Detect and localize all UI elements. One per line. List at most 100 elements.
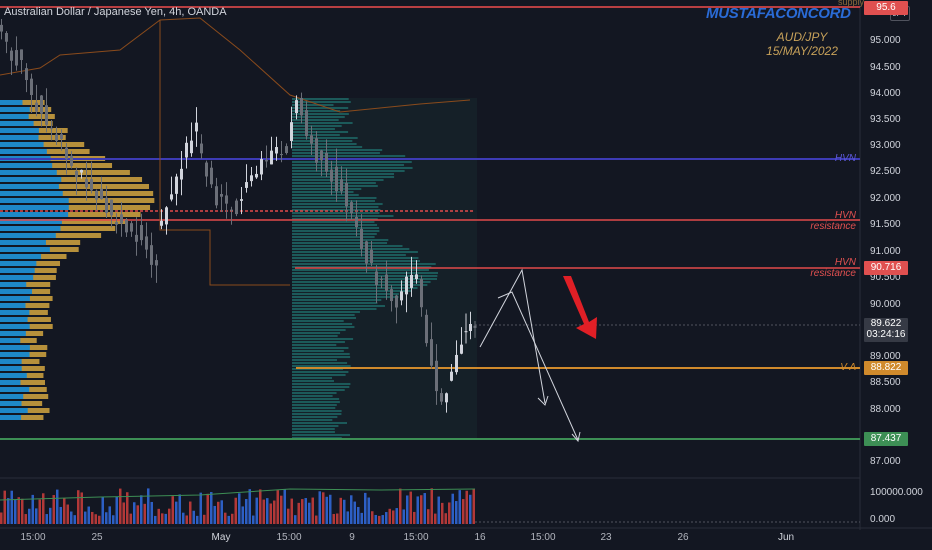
volume-bar xyxy=(431,488,434,524)
pair-annotation-date: 15/MAY/2022 xyxy=(752,44,852,58)
candle-body xyxy=(290,122,293,141)
candle-body xyxy=(305,110,308,136)
volume-bar xyxy=(434,514,437,524)
volume-bar xyxy=(35,508,38,524)
candle-body xyxy=(195,123,198,132)
volume-bar xyxy=(119,489,122,524)
price-tick: 94.500 xyxy=(870,62,901,73)
volume-bar xyxy=(28,509,31,524)
volume-bar xyxy=(270,504,273,524)
volume-bar xyxy=(116,497,119,524)
price-tick: 93.000 xyxy=(870,140,901,151)
left-profile-blue xyxy=(0,324,30,329)
candle-body xyxy=(140,225,143,240)
supply-label: supply xyxy=(838,0,864,7)
volume-bar xyxy=(263,500,266,524)
candle-body xyxy=(150,245,153,265)
volume-bar xyxy=(109,506,112,524)
candle-body xyxy=(435,361,438,391)
candle-body xyxy=(345,183,348,206)
volume-bar xyxy=(0,512,3,524)
left-profile-blue xyxy=(0,233,56,238)
left-profile-blue xyxy=(0,282,26,287)
brand-watermark: MUSTAFACONCORD xyxy=(706,5,851,22)
candle-body xyxy=(135,235,138,242)
candle-body xyxy=(100,189,103,199)
time-tick: 16 xyxy=(474,532,485,543)
time-tick: 25 xyxy=(91,532,102,543)
bearish-arrow-icon xyxy=(563,276,597,339)
volume-bar xyxy=(238,493,241,524)
volume-tick: 100000.000 xyxy=(870,487,923,498)
candle-body xyxy=(80,170,83,173)
volume-bar xyxy=(14,500,17,524)
volume-bar xyxy=(291,499,294,524)
left-profile-blue xyxy=(0,205,69,210)
volume-bar xyxy=(298,503,301,524)
volume-bar xyxy=(193,511,196,524)
hvn-label-3: HVN xyxy=(790,257,856,268)
symbol-title[interactable]: Australian Dollar / Japanese Yen, 4h, OA… xyxy=(4,6,227,18)
candle-body xyxy=(215,186,218,205)
volume-bar xyxy=(200,493,203,524)
left-profile-blue xyxy=(0,135,39,140)
candle-body xyxy=(235,201,238,214)
candle-body xyxy=(170,194,173,199)
volume-bar xyxy=(357,507,360,524)
hvn-label-2: HVN xyxy=(790,210,856,221)
candle-body xyxy=(10,51,13,61)
volume-ma-line xyxy=(0,489,475,500)
left-profile-blue xyxy=(0,191,63,196)
price-tick: 95.000 xyxy=(870,35,901,46)
left-profile-blue xyxy=(0,275,33,280)
volume-bar xyxy=(343,500,346,524)
volume-bar xyxy=(455,501,458,524)
candle-body xyxy=(335,167,338,191)
candle-body xyxy=(205,163,208,177)
projection-path-2 xyxy=(498,292,578,440)
volume-bar xyxy=(280,496,283,524)
time-tick: May xyxy=(212,532,231,543)
volume-bar xyxy=(469,495,472,524)
volume-bar xyxy=(203,515,206,524)
volume-bar xyxy=(406,495,409,524)
volume-bar xyxy=(165,514,168,524)
price-tick: 90.000 xyxy=(870,299,901,310)
volume-bar xyxy=(140,495,143,524)
volume-bar xyxy=(46,514,49,524)
volume-bar xyxy=(284,489,287,524)
candle-body xyxy=(415,274,418,279)
hvn-label-1: HVN xyxy=(790,153,856,164)
candle-body xyxy=(270,151,273,165)
volume-bar xyxy=(371,511,374,524)
volume-bar xyxy=(4,491,7,524)
price-tick: 92.000 xyxy=(870,193,901,204)
candle-body xyxy=(240,199,243,201)
time-tick: 15:00 xyxy=(20,532,45,543)
bar-countdown: 03:24:16 xyxy=(864,329,908,340)
candle-body xyxy=(325,153,328,172)
volume-bar xyxy=(88,507,91,524)
volume-bar xyxy=(319,491,322,524)
volume-bar xyxy=(63,498,66,524)
volume-bar xyxy=(389,509,392,524)
left-profile-blue xyxy=(0,128,39,133)
left-profile-blue xyxy=(0,198,69,203)
volume-bar xyxy=(214,506,217,524)
volume-bar xyxy=(326,497,329,524)
candle-body xyxy=(30,79,33,95)
volume-bar xyxy=(329,495,332,524)
candle-body xyxy=(65,148,68,159)
volume-bar xyxy=(333,514,336,524)
candle-body xyxy=(55,134,58,140)
volume-bar xyxy=(102,497,105,524)
candle-body xyxy=(25,68,28,80)
volume-bar xyxy=(249,489,252,524)
volume-bar xyxy=(130,514,133,524)
volume-bar xyxy=(403,509,406,524)
volume-bar xyxy=(445,513,448,524)
volume-bar xyxy=(105,512,108,524)
volume-bar xyxy=(60,507,63,524)
volume-bar xyxy=(70,512,73,524)
volume-bar xyxy=(427,509,430,524)
